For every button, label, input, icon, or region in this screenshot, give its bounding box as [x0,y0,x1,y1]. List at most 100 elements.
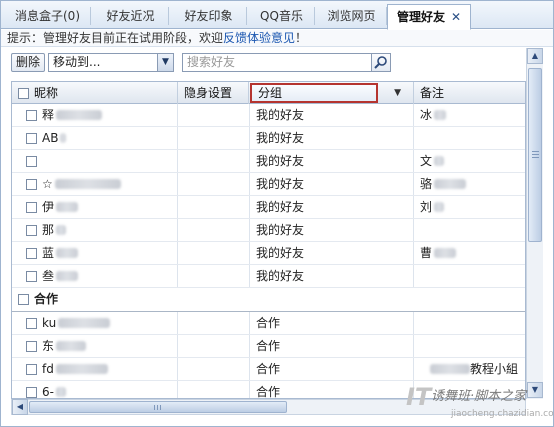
redacted-text [60,133,67,143]
row-checkbox[interactable] [26,110,37,121]
grip-line [154,405,155,410]
redacted-text [56,225,67,235]
redacted-text [54,179,121,189]
row-nickname: 蓝 [42,246,55,260]
row-invisible [178,219,250,241]
feedback-link[interactable]: 反馈体验意见 [223,31,295,45]
table-row[interactable]: 蓝 我的好友 曹 [12,242,525,265]
group-heading-row[interactable]: 合作 [12,288,525,312]
row-group: 合作 [250,358,414,380]
select-all-checkbox[interactable] [18,88,29,99]
horizontal-scroll-thumb[interactable] [29,401,287,413]
tab-friend-impression[interactable]: 好友印象 [171,7,247,25]
row-nickname: fd [42,362,54,376]
row-group: 我的好友 [250,242,414,264]
row-remark: 曹 [420,246,433,260]
search-placeholder: 搜索好友 [187,55,236,69]
redacted-text [434,202,445,212]
row-group: 我的好友 [250,173,414,195]
table-row[interactable]: ☆ 我的好友 骆 [12,173,525,196]
redacted-text [58,318,111,328]
delete-button[interactable]: 删除 [11,53,45,72]
row-checkbox[interactable] [26,248,37,259]
row-invisible [178,242,250,264]
row-remark: 冰 [420,108,433,122]
grip-line [532,154,539,155]
tab-label: 好友近况 [106,9,155,23]
row-checkbox[interactable] [26,133,37,144]
row-remark [414,127,525,149]
header-invisible[interactable]: 隐身设置 [178,82,249,104]
redacted-text [434,248,457,258]
move-to-select[interactable]: 移动到... ▼ [48,53,174,72]
row-remark [414,265,525,287]
row-checkbox[interactable] [26,364,37,375]
row-remark [414,219,525,241]
friends-table: 昵称 隐身设置 分组 ▼ 备注 释 我的好友 冰 AB 我的好友 我的好友 文 … [11,81,526,399]
table-row[interactable]: AB 我的好友 [12,127,525,150]
row-checkbox[interactable] [26,387,37,398]
vertical-scrollbar[interactable]: ▲ ▼ [526,48,543,399]
row-checkbox[interactable] [26,225,37,236]
row-checkbox[interactable] [26,271,37,282]
search-button[interactable] [371,53,391,72]
row-invisible [178,127,250,149]
search-icon [374,56,387,69]
row-remark: 教程小組 [470,362,519,376]
row-checkbox[interactable] [26,341,37,352]
row-nickname: ☆ [42,177,53,191]
row-group: 我的好友 [250,196,414,218]
row-checkbox[interactable] [26,318,37,329]
header-remark[interactable]: 备注 [414,82,525,104]
vertical-scroll-thumb[interactable] [528,68,542,242]
header-group[interactable]: 分组 [250,83,378,103]
row-checkbox[interactable] [26,179,37,190]
move-to-value: 移动到... [53,55,101,69]
row-nickname: 伊 [42,200,55,214]
row-invisible [178,173,250,195]
redacted-text [430,364,470,374]
header-invisible-label: 隐身设置 [184,86,233,100]
group-checkbox[interactable] [18,294,29,305]
table-row[interactable]: ku 合作 [12,312,525,335]
redacted-text [434,179,467,189]
row-nickname: 释 [42,108,55,122]
tab-friend-news[interactable]: 好友近况 [93,7,169,25]
table-row[interactable]: 叁 我的好友 [12,265,525,288]
watermark-url: jiaocheng.chazidian.com [451,409,554,419]
search-input[interactable]: 搜索好友 [182,53,372,72]
redacted-text [55,364,108,374]
table-row[interactable]: 东 合作 [12,335,525,358]
tab-manage-friends[interactable]: 管理好友 ✕ [387,4,471,30]
scroll-left-icon[interactable]: ◀ [12,399,28,415]
header-nickname[interactable]: 昵称 [12,82,178,104]
row-invisible [178,265,250,287]
header-group-sort[interactable]: ▼ [378,82,414,104]
table-row[interactable]: 释 我的好友 冰 [12,104,525,127]
tab-message-box[interactable]: 消息盒子(0) [5,7,91,25]
table-row[interactable]: 那 我的好友 [12,219,525,242]
row-checkbox[interactable] [26,202,37,213]
tab-browse-web[interactable]: 浏览网页 [317,7,387,25]
redacted-text [56,110,103,120]
table-row[interactable]: 我的好友 文 [12,150,525,173]
table-row[interactable]: 伊 我的好友 刘 [12,196,525,219]
notice-suffix: ！ [295,31,308,45]
row-checkbox[interactable] [26,156,37,167]
redacted-text [56,271,79,281]
row-invisible [178,104,250,126]
notice-text: 提示：管理好友目前正在试用阶段，欢迎 [7,31,224,45]
table-row[interactable]: fd 合作 教程小組 [12,358,525,381]
row-group: 我的好友 [250,127,414,149]
watermark-logo: IT [406,383,432,411]
row-nickname: 那 [42,223,55,237]
tab-label: 管理好友 [396,10,445,24]
row-nickname: 叁 [42,269,55,283]
row-group: 我的好友 [250,219,414,241]
tab-label: 浏览网页 [327,9,376,23]
redacted-text [56,202,79,212]
tab-qq-music[interactable]: QQ音乐 [249,7,315,25]
close-icon[interactable]: ✕ [451,10,461,24]
scroll-up-icon[interactable]: ▲ [527,48,543,64]
group-heading: 合作 [34,292,59,306]
